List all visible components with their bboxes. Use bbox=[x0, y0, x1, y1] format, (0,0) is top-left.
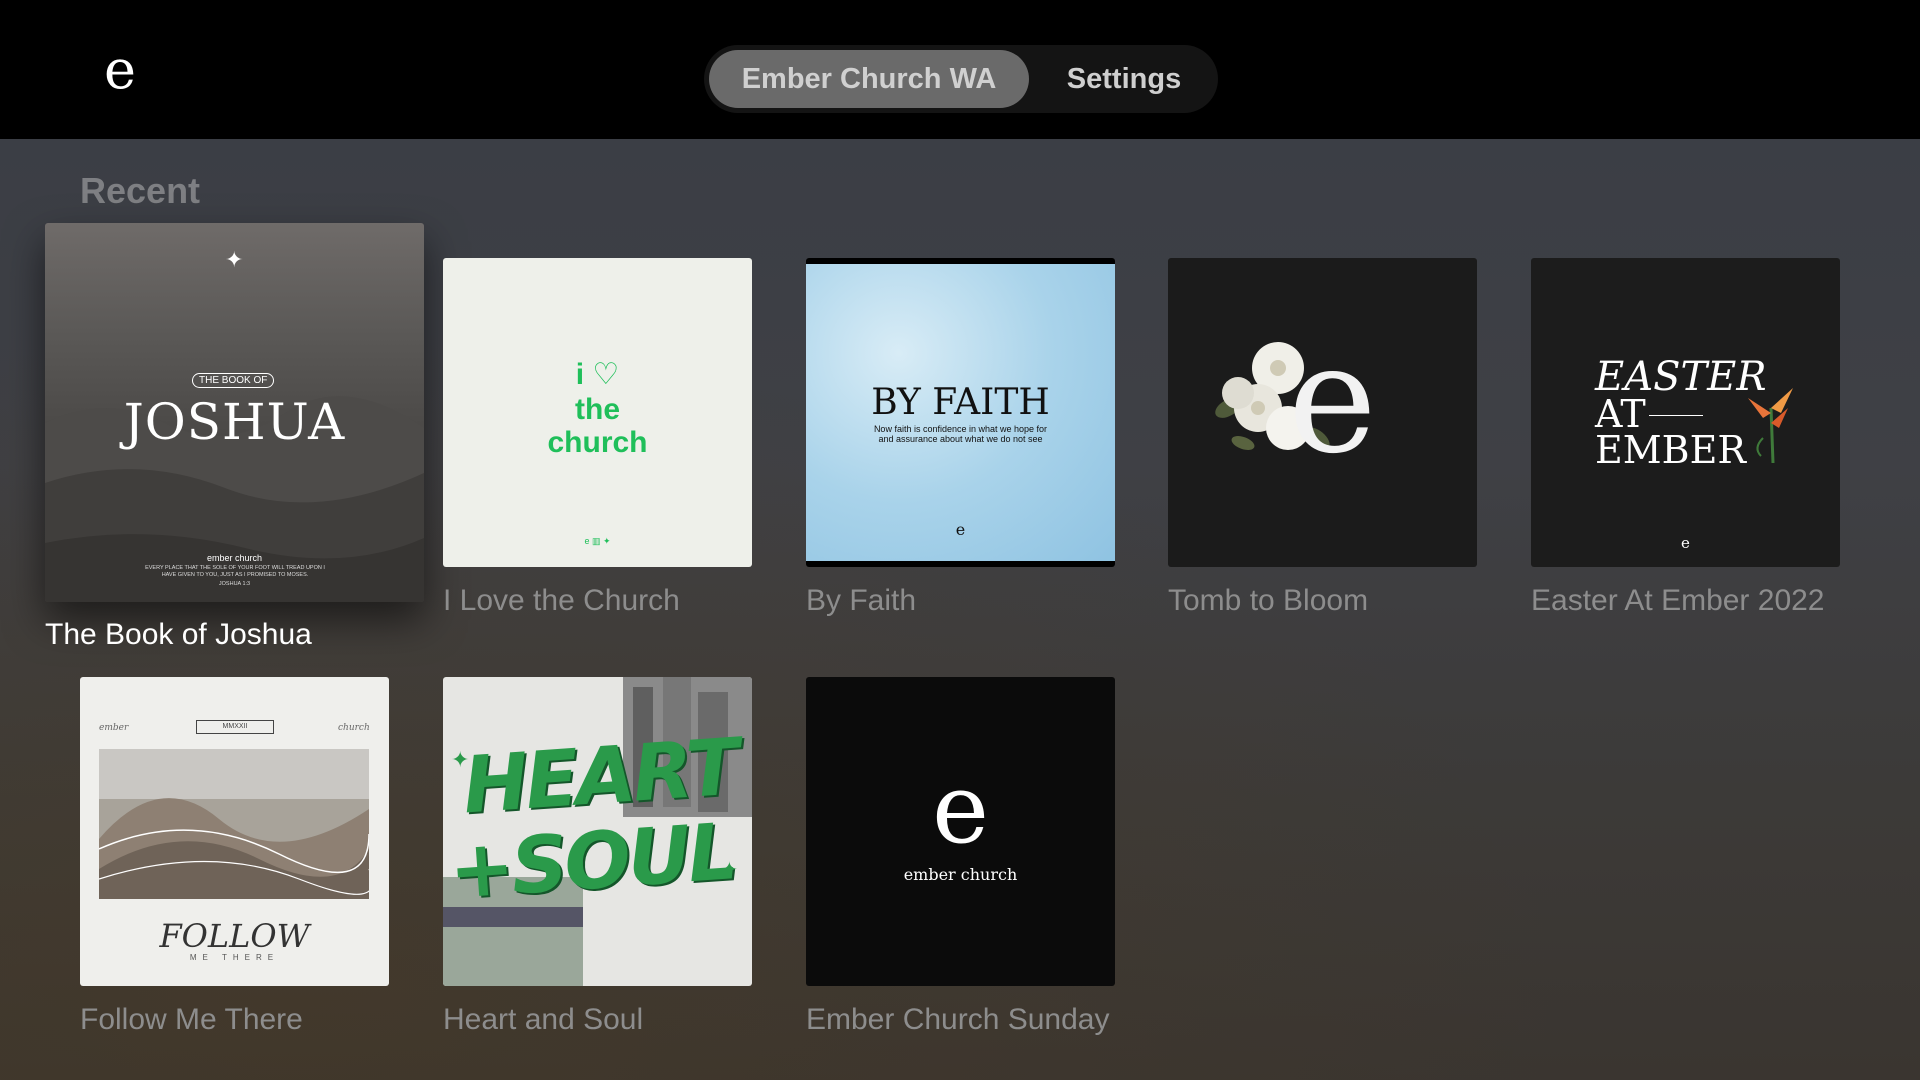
by-faith-sub2: and assurance about what we do not see bbox=[878, 434, 1043, 444]
i-love-line3: church bbox=[547, 426, 648, 459]
tab-ember-church-wa[interactable]: Ember Church WA bbox=[709, 50, 1029, 108]
top-bar: e Ember Church WA Settings bbox=[0, 0, 1920, 139]
ember-e-icon: e bbox=[932, 753, 989, 865]
bird-of-paradise-icon bbox=[1748, 388, 1793, 464]
follow-badge: MMXXII bbox=[196, 720, 274, 734]
card-title: The Book of Joshua bbox=[45, 618, 312, 651]
card-title: Easter At Ember 2022 bbox=[1531, 584, 1825, 617]
joshua-verse: EVERY PLACE THAT THE SOLE OF YOUR FOOT W… bbox=[145, 565, 325, 578]
thumbnail-by-faith: BY FAITH Now faith is confidence in what… bbox=[806, 258, 1115, 567]
joshua-heading: JOSHUA bbox=[123, 393, 346, 451]
thumbnail-heart-and-soul: HEART +SOUL ✦ ✦ bbox=[443, 677, 752, 986]
joshua-ref: JOSHUA 1:3 bbox=[218, 581, 251, 587]
thumbnail-easter-at-ember: EASTER AT EMBER e bbox=[1531, 258, 1840, 567]
card-title: By Faith bbox=[806, 584, 917, 617]
card-title: I Love the Church bbox=[443, 584, 680, 617]
sparkle-icon: ✦ bbox=[721, 859, 738, 881]
tab-settings[interactable]: Settings bbox=[1034, 50, 1214, 108]
sparkle-icon: ✦ bbox=[451, 747, 470, 772]
thumbnail-tomb-to-bloom: e bbox=[1168, 258, 1477, 567]
small-ember-mark-icon: e ▥ ✦ bbox=[584, 536, 611, 546]
i-love-line1: i bbox=[575, 358, 585, 391]
ember-logo-icon: e bbox=[104, 38, 136, 101]
thumbnail-ember-church-sunday: e ember church bbox=[806, 677, 1115, 986]
joshua-badge: THE BOOK OF bbox=[192, 373, 275, 388]
by-faith-sub1: Now faith is confidence in what we hope … bbox=[873, 424, 1048, 434]
follow-right: church bbox=[338, 723, 370, 733]
easter-divider bbox=[1649, 415, 1703, 416]
follow-heading: FOLLOW bbox=[159, 917, 310, 955]
thumbnail-i-love-the-church: i ♡ the church e ▥ ✦ bbox=[443, 258, 752, 567]
star-icon: ✦ bbox=[225, 247, 244, 272]
by-faith-heading: BY FAITH bbox=[871, 382, 1050, 423]
ember-mark-icon: e bbox=[955, 520, 966, 539]
follow-sub: ME THERE bbox=[189, 953, 280, 962]
ember-mark-icon: e bbox=[1681, 534, 1690, 552]
card-title: Heart and Soul bbox=[443, 1003, 644, 1036]
section-title-recent: Recent bbox=[80, 170, 201, 211]
card-title: Follow Me There bbox=[80, 1003, 303, 1036]
card-title: Ember Church Sunday bbox=[806, 1003, 1110, 1036]
easter-line3: EMBER bbox=[1595, 428, 1746, 472]
i-love-line2: the bbox=[575, 393, 620, 426]
ember-e-icon: e bbox=[1288, 313, 1377, 487]
thumbnail-joshua: ✦ THE BOOK OF JOSHUA ember church EVERY … bbox=[45, 223, 424, 602]
follow-left: ember bbox=[99, 723, 129, 733]
top-nav: Ember Church WA Settings bbox=[704, 45, 1218, 113]
thumbnail-follow-me-there: ember MMXXII church FOLLOW ME THERE bbox=[80, 677, 389, 986]
card-title: Tomb to Bloom bbox=[1168, 584, 1369, 617]
joshua-org: ember church bbox=[206, 553, 263, 563]
ember-church-sub: ember church bbox=[903, 865, 1018, 884]
heart-icon: ♡ bbox=[592, 358, 620, 391]
desert-mountains-image bbox=[99, 749, 369, 899]
